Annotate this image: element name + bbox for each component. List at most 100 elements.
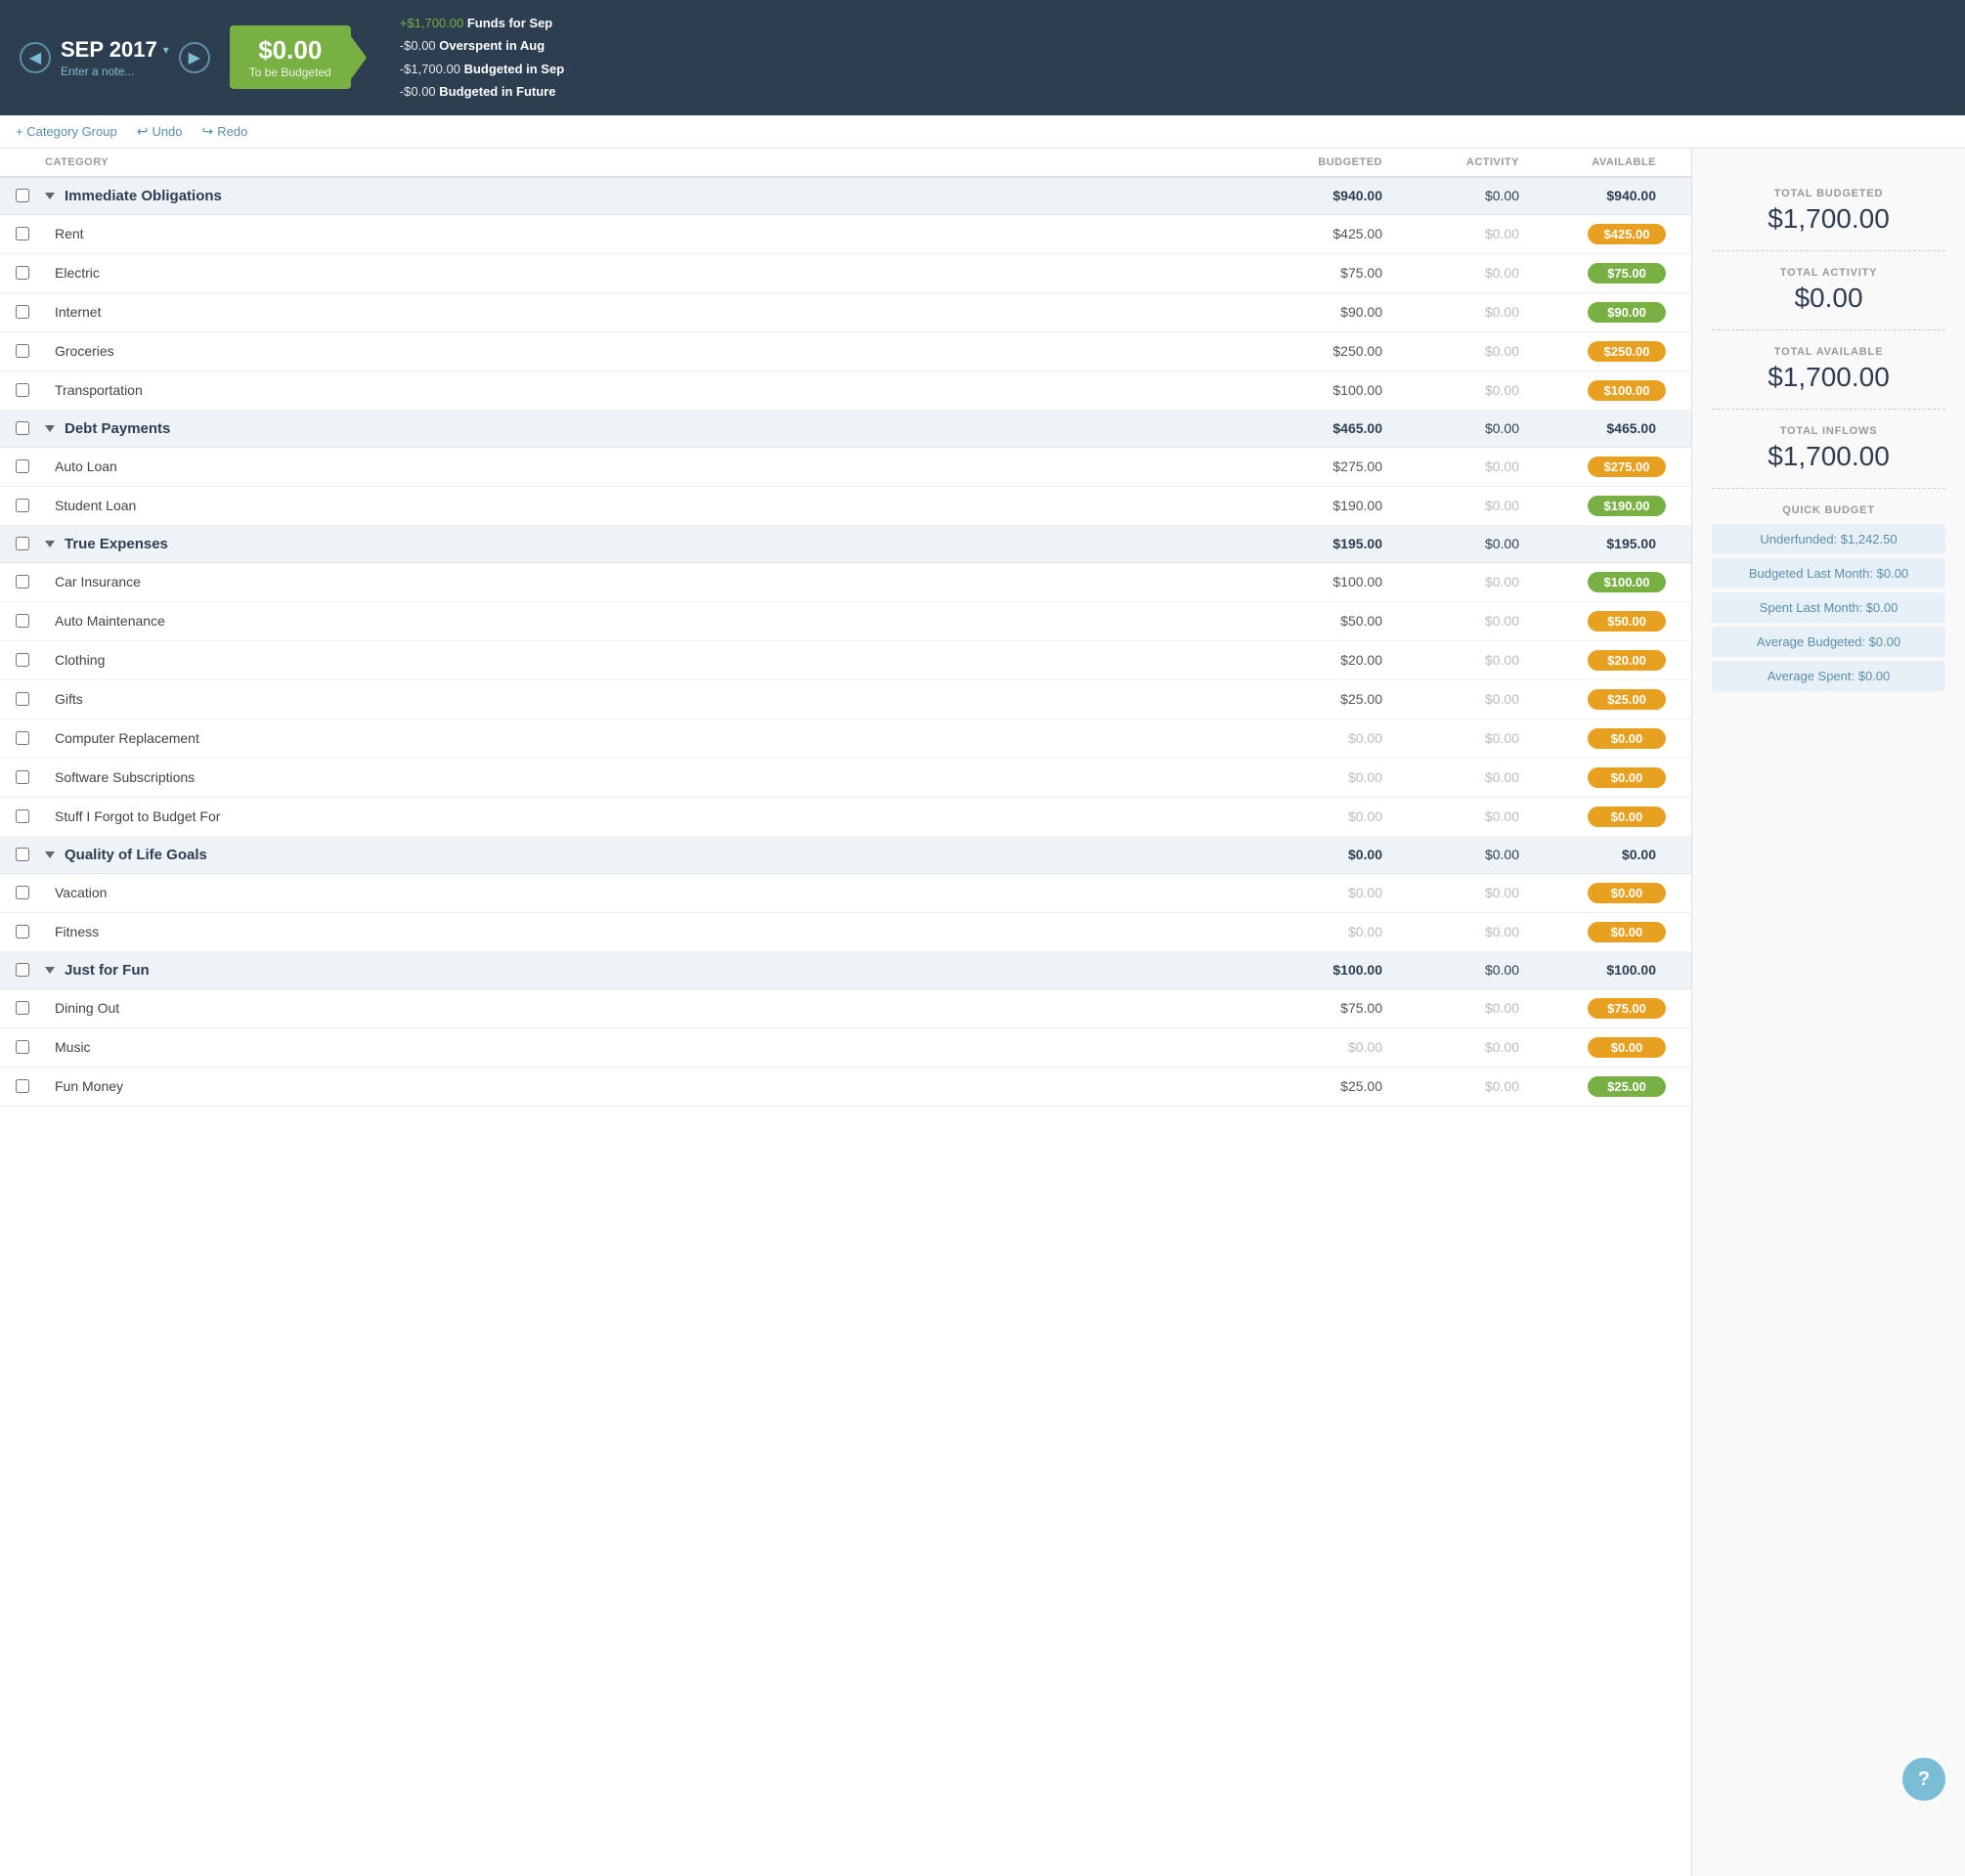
group-checkbox-4[interactable] (16, 963, 29, 977)
cat-activity-2-0: $0.00 (1402, 574, 1539, 589)
cat-checkbox-2-6[interactable] (16, 809, 29, 823)
cat-checkbox-3-1[interactable] (16, 925, 29, 938)
cat-checkbox-4-2[interactable] (16, 1079, 29, 1093)
group-collapse-icon-0 (45, 193, 55, 199)
cat-available-0-3: $250.00 (1539, 341, 1676, 362)
table-body: Immediate Obligations $940.00 $0.00 $940… (0, 178, 1691, 1107)
cat-row-1-1: Student Loan $190.00 $0.00 $190.00 (0, 487, 1691, 526)
available-badge-2-0: $100.00 (1588, 572, 1666, 592)
cat-checkbox-2-5[interactable] (16, 770, 29, 784)
cat-checkbox-2-3[interactable] (16, 692, 29, 706)
group-budgeted-0: $940.00 (1265, 188, 1402, 203)
cat-checkbox-3-0[interactable] (16, 886, 29, 899)
cat-available-4-1: $0.00 (1539, 1037, 1676, 1058)
cat-checkbox-2-0[interactable] (16, 575, 29, 589)
group-checkbox-0[interactable] (16, 189, 29, 202)
col-checkbox-header (16, 156, 45, 168)
cat-checkbox-0-2[interactable] (16, 305, 29, 319)
group-row-2[interactable]: True Expenses $195.00 $0.00 $195.00 (0, 526, 1691, 563)
redo-icon: ↪ (202, 123, 214, 140)
undo-icon: ↩ (137, 123, 149, 140)
cat-name-2-1: Auto Maintenance (45, 613, 1265, 629)
main-layout: CATEGORY BUDGETED ACTIVITY AVAILABLE Imm… (0, 149, 1965, 1876)
undo-button[interactable]: ↩ Undo (137, 123, 183, 140)
prev-month-button[interactable]: ◀ (20, 42, 51, 73)
cat-name-0-1: Electric (45, 265, 1265, 281)
cat-checkbox-2-2[interactable] (16, 653, 29, 667)
group-row-1[interactable]: Debt Payments $465.00 $0.00 $465.00 (0, 411, 1691, 448)
quick-budget-item-1[interactable]: Budgeted Last Month: $0.00 (1712, 558, 1945, 589)
sidebar: TOTAL BUDGETED $1,700.00 TOTAL ACTIVITY … (1691, 149, 1965, 1876)
cat-available-3-0: $0.00 (1539, 883, 1676, 903)
group-row-0[interactable]: Immediate Obligations $940.00 $0.00 $940… (0, 178, 1691, 215)
cat-checkbox-0-3[interactable] (16, 344, 29, 358)
cat-activity-2-6: $0.00 (1402, 808, 1539, 824)
cat-row-2-6: Stuff I Forgot to Budget For $0.00 $0.00… (0, 798, 1691, 837)
available-badge-2-2: $20.00 (1588, 650, 1666, 671)
total-activity-stat: TOTAL ACTIVITY $0.00 (1712, 251, 1945, 330)
group-name-1: Debt Payments (45, 420, 1265, 437)
stat-funds: +$1,700.00 Funds for Sep (400, 12, 564, 34)
cat-checkbox-2-4[interactable] (16, 731, 29, 745)
cat-available-2-4: $0.00 (1539, 728, 1676, 749)
cat-available-2-5: $0.00 (1539, 767, 1676, 788)
cat-checkbox-1-0[interactable] (16, 459, 29, 473)
available-badge-3-0: $0.00 (1588, 883, 1666, 903)
quick-budget-item-3[interactable]: Average Budgeted: $0.00 (1712, 627, 1945, 657)
group-row-3[interactable]: Quality of Life Goals $0.00 $0.00 $0.00 (0, 837, 1691, 874)
cat-checkbox-1-1[interactable] (16, 499, 29, 512)
redo-button[interactable]: ↪ Redo (202, 123, 248, 140)
group-row-4[interactable]: Just for Fun $100.00 $0.00 $100.00 (0, 952, 1691, 989)
quick-budget-item-0[interactable]: Underfunded: $1,242.50 (1712, 524, 1945, 554)
cat-checkbox-4-0[interactable] (16, 1001, 29, 1015)
cat-name-2-0: Car Insurance (45, 574, 1265, 589)
cat-checkbox-2-1[interactable] (16, 614, 29, 628)
group-checkbox-1[interactable] (16, 421, 29, 435)
quick-budget-item-2[interactable]: Spent Last Month: $0.00 (1712, 592, 1945, 623)
help-button[interactable]: ? (1902, 1758, 1945, 1801)
cat-budgeted-3-0: $0.00 (1265, 885, 1402, 900)
cat-row-2-5: Software Subscriptions $0.00 $0.00 $0.00 (0, 759, 1691, 798)
cat-checkbox-0-1[interactable] (16, 266, 29, 280)
cat-budgeted-2-3: $25.00 (1265, 691, 1402, 707)
total-available-value: $1,700.00 (1712, 362, 1945, 393)
quick-budget-title: QUICK BUDGET (1712, 504, 1945, 516)
cat-available-3-1: $0.00 (1539, 922, 1676, 942)
cat-activity-3-1: $0.00 (1402, 924, 1539, 939)
cat-name-0-0: Rent (45, 226, 1265, 241)
cat-checkbox-0-4[interactable] (16, 383, 29, 397)
cat-name-2-6: Stuff I Forgot to Budget For (45, 808, 1265, 824)
group-checkbox-3[interactable] (16, 848, 29, 861)
col-activity-header: ACTIVITY (1402, 156, 1539, 168)
cat-checkbox-0-0[interactable] (16, 227, 29, 240)
to-be-budgeted-widget[interactable]: $0.00 To be Budgeted (230, 25, 351, 89)
app-header: ◀ SEP 2017 ▾ Enter a note... ▶ $0.00 To … (0, 0, 1965, 115)
add-category-group-button[interactable]: + Category Group (16, 124, 117, 139)
available-badge-4-1: $0.00 (1588, 1037, 1666, 1058)
cat-row-3-1: Fitness $0.00 $0.00 $0.00 (0, 913, 1691, 952)
group-collapse-icon-3 (45, 851, 55, 858)
month-dropdown-icon[interactable]: ▾ (163, 43, 169, 57)
available-badge-2-3: $25.00 (1588, 689, 1666, 710)
cat-available-0-1: $75.00 (1539, 263, 1676, 284)
cat-row-3-0: Vacation $0.00 $0.00 $0.00 (0, 874, 1691, 913)
cat-row-2-2: Clothing $20.00 $0.00 $20.00 (0, 641, 1691, 680)
cat-activity-0-0: $0.00 (1402, 226, 1539, 241)
group-budgeted-3: $0.00 (1265, 847, 1402, 862)
quick-budget-item-4[interactable]: Average Spent: $0.00 (1712, 661, 1945, 691)
group-checkbox-2[interactable] (16, 537, 29, 550)
group-activity-4: $0.00 (1402, 962, 1539, 978)
col-category-header: CATEGORY (45, 156, 1265, 168)
available-badge-0-0: $425.00 (1588, 224, 1666, 244)
note-placeholder[interactable]: Enter a note... (61, 65, 134, 78)
cat-activity-0-1: $0.00 (1402, 265, 1539, 281)
group-name-3: Quality of Life Goals (45, 847, 1265, 863)
next-month-button[interactable]: ▶ (179, 42, 210, 73)
cat-row-2-4: Computer Replacement $0.00 $0.00 $0.00 (0, 720, 1691, 759)
total-activity-value: $0.00 (1712, 283, 1945, 314)
cat-checkbox-4-1[interactable] (16, 1040, 29, 1054)
header-stats: +$1,700.00 Funds for Sep -$0.00 Overspen… (400, 12, 564, 104)
cat-row-0-2: Internet $90.00 $0.00 $90.00 (0, 293, 1691, 332)
group-collapse-icon-1 (45, 425, 55, 432)
available-badge-0-4: $100.00 (1588, 380, 1666, 401)
